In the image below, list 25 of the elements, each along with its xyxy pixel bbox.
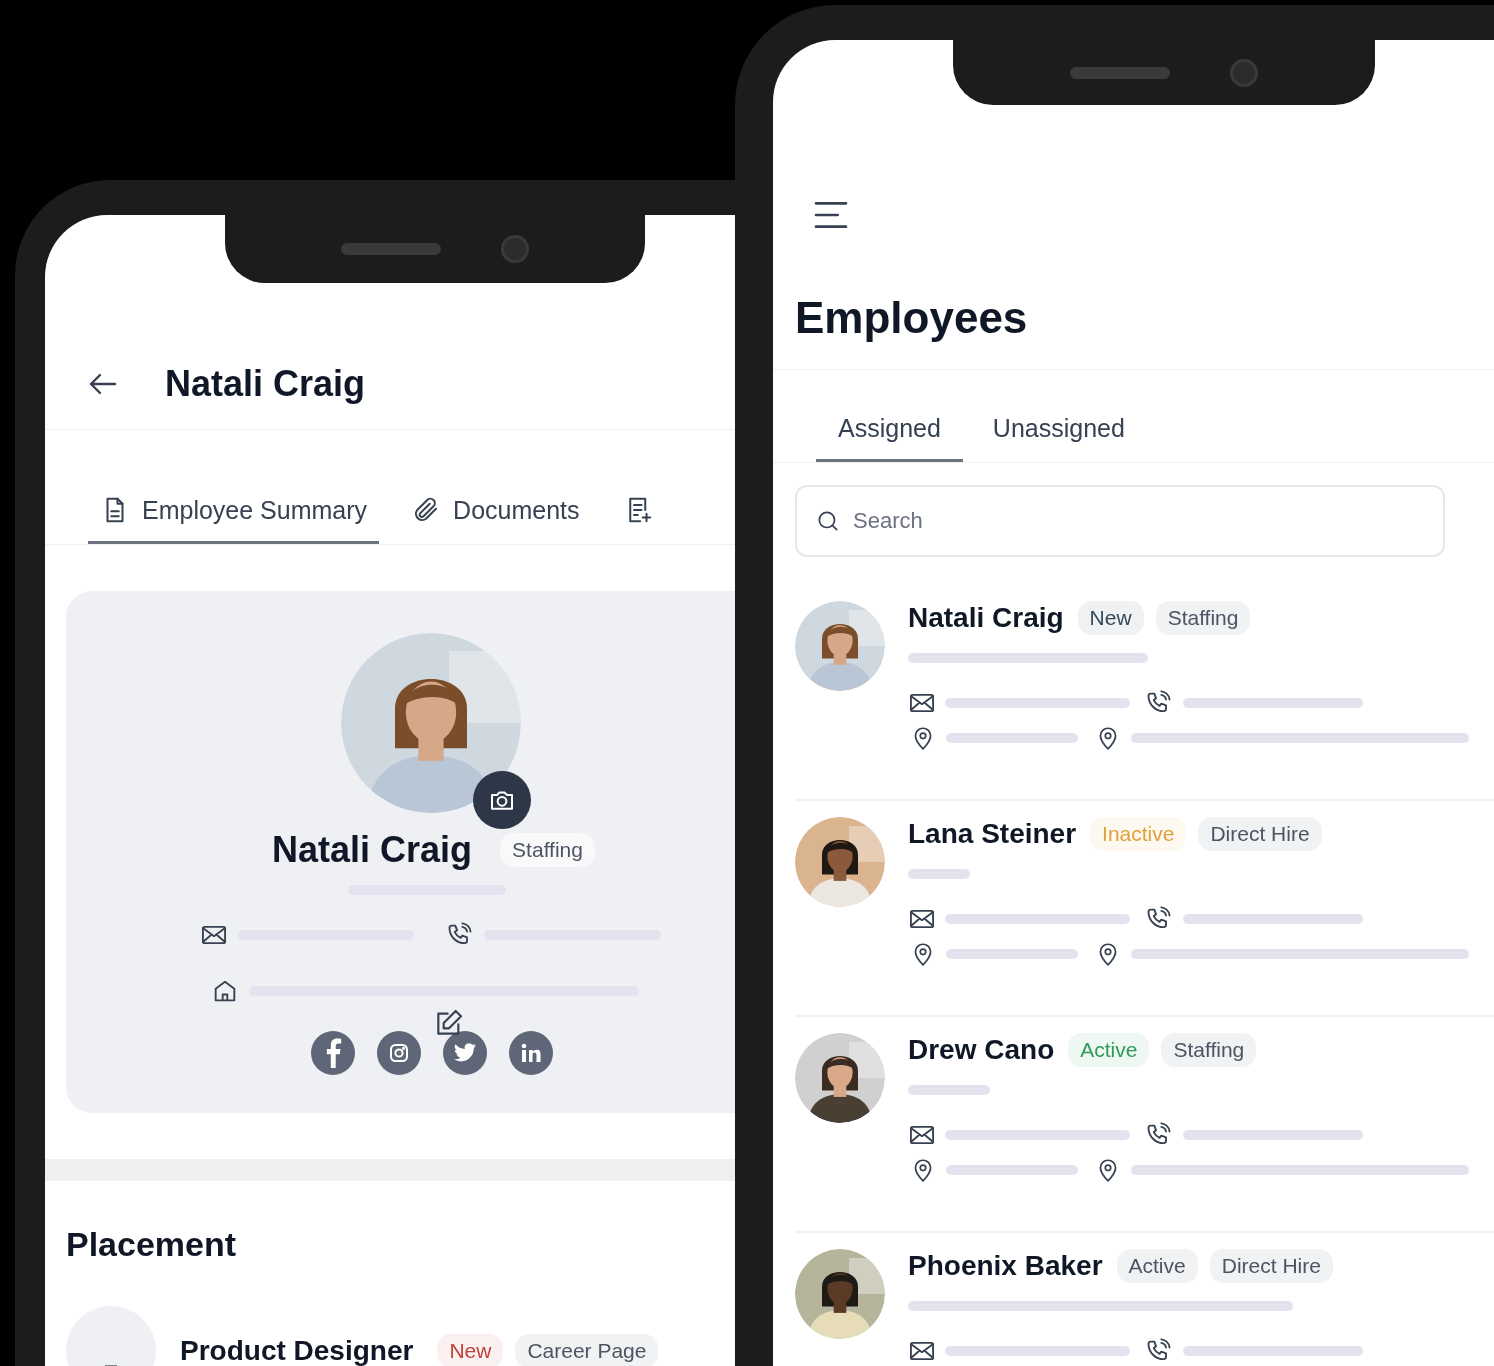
employee-name[interactable]: Natali Craig bbox=[908, 602, 1064, 634]
profile-name: Natali Craig bbox=[272, 829, 473, 871]
search-field[interactable]: Search bbox=[795, 485, 1445, 557]
page-title: Natali Craig bbox=[165, 363, 366, 405]
tag: Staffing bbox=[1155, 601, 1251, 635]
job-title: Product Designer bbox=[180, 1335, 414, 1366]
tag: New bbox=[1077, 601, 1144, 635]
tag: Active bbox=[1116, 1249, 1198, 1283]
tab[interactable]: Employee Summary bbox=[88, 495, 380, 544]
tag: Career Page bbox=[515, 1334, 659, 1366]
employee-name[interactable]: Phoenix Baker bbox=[908, 1250, 1103, 1282]
employee-name[interactable]: Lana Steiner bbox=[908, 818, 1077, 850]
tag: New bbox=[437, 1334, 504, 1366]
tag: Staffing bbox=[1161, 1033, 1257, 1067]
tag: Active bbox=[1068, 1033, 1150, 1067]
tab[interactable]: Unassigned bbox=[970, 414, 1147, 462]
employee-name[interactable]: Drew Cano bbox=[908, 1034, 1055, 1066]
tag: Direct Hire bbox=[1209, 1249, 1333, 1283]
tab[interactable]: Assigned bbox=[816, 414, 963, 462]
tag: Direct Hire bbox=[1198, 817, 1322, 851]
tab[interactable]: Documents bbox=[399, 495, 592, 544]
tag: Staffing bbox=[500, 833, 595, 867]
section-title: Placement bbox=[65, 1224, 238, 1264]
page-title: Employees bbox=[794, 292, 1029, 344]
tag: Inactive bbox=[1090, 817, 1187, 851]
